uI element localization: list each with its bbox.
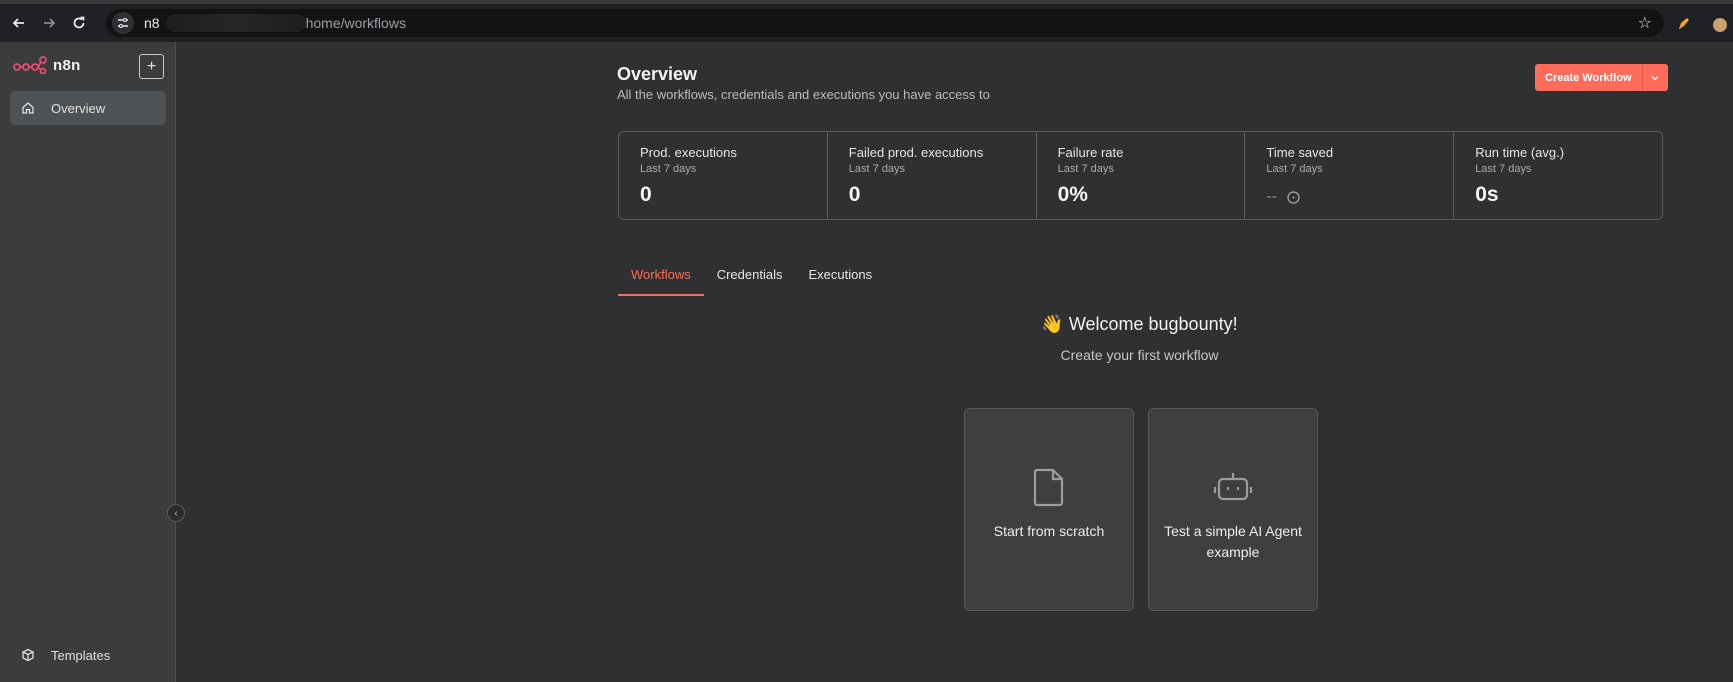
stat-period: Last 7 days bbox=[1475, 163, 1532, 175]
add-button[interactable]: + bbox=[139, 54, 164, 79]
stat-label: Prod. executions bbox=[640, 145, 737, 160]
stats-panel: Prod. executions Last 7 days 0 Failed pr… bbox=[618, 131, 1663, 220]
stat-label: Failed prod. executions bbox=[848, 145, 984, 160]
stat-label: Run time (avg.) bbox=[1475, 145, 1565, 160]
stat-value: 0 bbox=[848, 183, 861, 206]
pencil-extension-icon[interactable] bbox=[1676, 16, 1692, 37]
create-workflow-button[interactable]: Create Workflow bbox=[1535, 64, 1642, 91]
stat-period: Last 7 days bbox=[848, 163, 906, 175]
stat-failure-rate[interactable]: Failure rate Last 7 days 0% bbox=[1037, 132, 1246, 219]
site-settings-icon[interactable] bbox=[112, 12, 134, 34]
page-subtitle: All the workflows, credentials and execu… bbox=[617, 87, 990, 102]
stat-time-saved[interactable]: Time saved Last 7 days -- bbox=[1245, 132, 1455, 219]
card-label: Test a simple AI Agent example bbox=[1164, 523, 1302, 560]
stat-value: -- bbox=[1266, 188, 1278, 205]
create-workflow-group: Create Workflow bbox=[1535, 64, 1668, 91]
stat-period: Last 7 days bbox=[640, 163, 697, 175]
stat-period: Last 7 days bbox=[1057, 163, 1114, 175]
home-icon bbox=[21, 100, 37, 116]
logo-text: n8n bbox=[53, 56, 81, 74]
stat-period: Last 7 days bbox=[1266, 163, 1323, 175]
stat-prod-executions[interactable]: Prod. executions Last 7 days 0 bbox=[619, 132, 828, 219]
file-icon bbox=[1032, 467, 1066, 507]
bookmark-star-icon[interactable]: ☆ bbox=[1638, 13, 1652, 33]
tab-bar: Workflows Credentials Executions bbox=[618, 266, 885, 296]
url-path: home/workflows bbox=[305, 15, 406, 31]
robot-icon bbox=[1213, 467, 1253, 507]
stat-failed-executions[interactable]: Failed prod. executions Last 7 days 0 bbox=[828, 132, 1037, 219]
card-label: Start from scratch bbox=[993, 523, 1105, 539]
stat-label: Failure rate bbox=[1057, 145, 1124, 160]
tab-executions[interactable]: Executions bbox=[795, 266, 885, 296]
sidebar-item-label: Templates bbox=[51, 647, 111, 663]
chevron-down-icon bbox=[1651, 75, 1659, 80]
page-title: Overview bbox=[617, 64, 698, 84]
back-arrow-icon[interactable] bbox=[8, 12, 30, 34]
stat-value: 0% bbox=[1057, 183, 1088, 206]
welcome-subtitle: Create your first workflow bbox=[1060, 347, 1219, 363]
sidebar-item-templates[interactable]: Templates bbox=[10, 638, 166, 672]
start-from-scratch-card[interactable]: Start from scratch bbox=[964, 408, 1134, 611]
ai-agent-example-card[interactable]: Test a simple AI Agent example bbox=[1148, 408, 1318, 611]
main-content: Overview All the workflows, credentials … bbox=[177, 42, 1733, 682]
stat-label: Time saved bbox=[1266, 145, 1334, 160]
stat-run-time[interactable]: Run time (avg.) Last 7 days 0s bbox=[1454, 132, 1662, 219]
sidebar-item-label: Overview bbox=[51, 100, 106, 116]
tab-workflows[interactable]: Workflows bbox=[618, 266, 704, 296]
profile-avatar[interactable] bbox=[1711, 16, 1729, 34]
forward-arrow-icon[interactable] bbox=[38, 12, 60, 34]
stat-value: 0s bbox=[1475, 183, 1499, 206]
stat-value: 0 bbox=[640, 183, 652, 206]
sidebar: n8n + Overview Templates ‹ bbox=[0, 42, 185, 682]
sidebar-item-overview[interactable]: Overview bbox=[10, 91, 166, 125]
url-host: n8 bbox=[144, 15, 160, 31]
info-icon[interactable] bbox=[1287, 190, 1300, 204]
browser-toolbar: n8 home/workflows ☆ bbox=[0, 0, 1733, 42]
url-redacted bbox=[165, 14, 306, 32]
tab-credentials[interactable]: Credentials bbox=[704, 266, 796, 296]
reload-icon[interactable] bbox=[68, 12, 90, 34]
box-icon bbox=[21, 647, 37, 663]
n8n-logo-icon bbox=[13, 56, 47, 74]
address-bar[interactable]: n8 home/workflows ☆ bbox=[106, 9, 1664, 37]
create-options-button[interactable] bbox=[1641, 64, 1668, 91]
n8n-logo[interactable]: n8n bbox=[13, 56, 81, 74]
welcome-title: 👋 Welcome bugbounty! bbox=[1041, 314, 1238, 334]
stat-value-row: -- bbox=[1266, 188, 1453, 206]
